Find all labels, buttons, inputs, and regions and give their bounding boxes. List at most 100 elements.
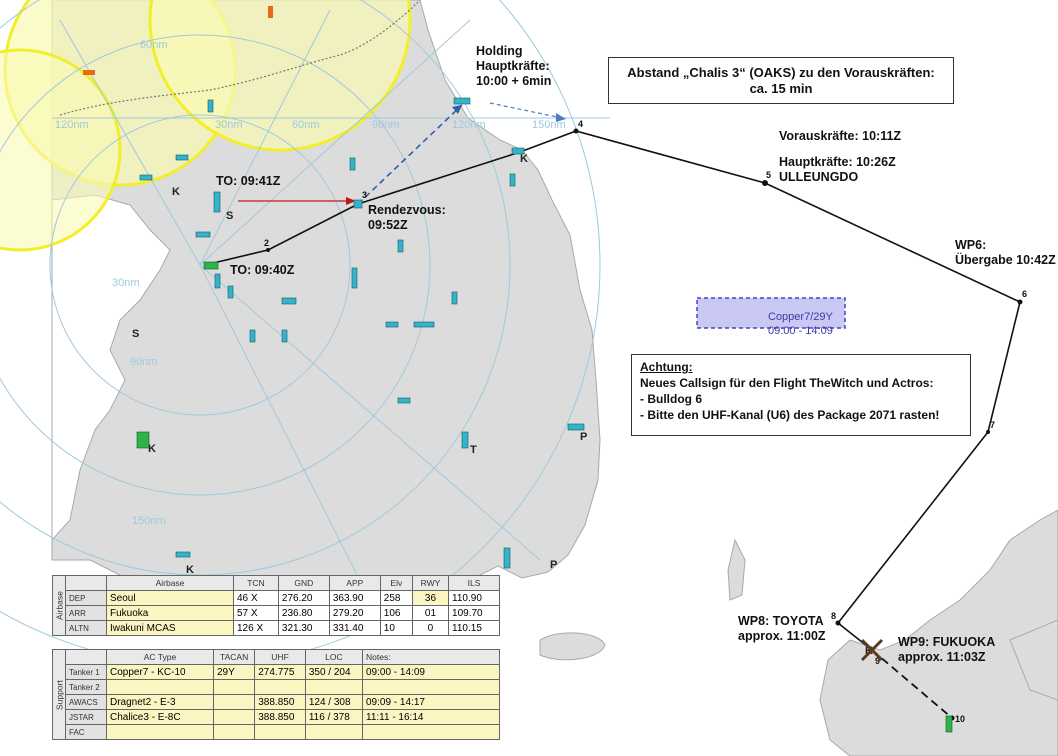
cell: 258 (379, 590, 413, 606)
takeoff-label-1: TO: 09:41Z (216, 174, 281, 188)
cell: Iwakuni MCAS (106, 620, 234, 636)
cell: 126 X (233, 620, 279, 636)
table-row[interactable]: FAC (53, 724, 500, 740)
rendezvous-line: 09:52Z (368, 218, 408, 232)
row-role: FAC (65, 724, 107, 740)
wp6-line: WP6: (955, 238, 987, 252)
header-cell: Notes: (362, 649, 500, 665)
ring-label: 90nm (372, 119, 400, 131)
cell: 36 (411, 590, 450, 606)
table-row[interactable]: ALTN Iwakuni MCAS 126 X 321.30 331.40 10… (53, 620, 500, 636)
airbase-side-label: Airbase (52, 575, 66, 636)
cell: 11:11 - 16:14 (362, 709, 500, 725)
wp6-label: WP6: Übergabe 10:42Z (955, 238, 1056, 268)
wp8-line: approx. 11:00Z (738, 629, 826, 643)
cell: 321.30 (277, 620, 330, 636)
distance-line: ca. 15 min (749, 81, 813, 96)
achtung-line: - Bulldog 6 (640, 392, 702, 406)
row-role: ARR (65, 605, 107, 621)
header-cell: Airbase (106, 575, 234, 591)
cell (212, 709, 256, 725)
cell: 363.90 (328, 590, 381, 606)
hauptkraefte-line: ULLEUNGDO (779, 170, 859, 184)
ring-label: 60nm (292, 119, 320, 131)
wp6-line: Übergabe 10:42Z (955, 253, 1056, 267)
achtung-line: Neues Callsign für den Flight TheWitch u… (640, 376, 934, 390)
ring-label: 90nm (130, 356, 158, 368)
row-role: Tanker 2 (65, 679, 107, 695)
cell: Fukuoka (106, 605, 234, 621)
cell: 10 (379, 620, 413, 636)
waypoint-number: 8 (831, 611, 836, 621)
ring-label: 30nm (112, 277, 140, 289)
cell: 236.80 (277, 605, 330, 621)
support-table-header: Support AC Type TACAN UHF LOC Notes: (52, 649, 500, 740)
ring-label: 150nm (132, 515, 166, 527)
rendezvous-line: Rendezvous: (368, 203, 446, 217)
table-row[interactable]: JSTAR Chalice3 - E-8C 388.850 116 / 378 … (53, 709, 500, 725)
header-cell (65, 575, 107, 591)
vorauskraefte-label: Vorauskräfte: 10:11Z (779, 129, 902, 143)
header-cell: APP (328, 575, 381, 591)
header-cell: TACAN (212, 649, 256, 665)
airbase-marker: T (470, 444, 477, 456)
header-cell: RWY (411, 575, 450, 591)
cell: 350 / 204 (304, 664, 364, 680)
table-row[interactable]: ARR Fukuoka 57 X 236.80 279.20 106 01 10… (53, 605, 500, 621)
hauptkraefte-line: Hauptkräfte: 10:26Z (779, 155, 896, 169)
cell: 09:09 - 14:17 (362, 694, 500, 710)
waypoint-number: 4 (578, 119, 583, 129)
cell: Seoul (106, 590, 234, 606)
cell: 331.40 (328, 620, 381, 636)
cell: 29Y (212, 664, 256, 680)
waypoint-number: 5 (766, 170, 771, 180)
cell: 09:00 - 14:09 (362, 664, 500, 680)
cell (212, 724, 256, 740)
wp9-label: WP9: FUKUOKA approx. 11:03Z (898, 635, 995, 665)
takeoff-label-2: TO: 09:40Z (230, 263, 295, 277)
distance-line: Abstand „Chalis 3“ (OAKS) zu den Vorausk… (627, 65, 935, 80)
row-role: Tanker 1 (65, 664, 107, 680)
header-cell: AC Type (106, 649, 214, 665)
support-panel: Support AC Type TACAN UHF LOC Notes: Tan… (52, 649, 500, 740)
ring-label: 30nm (215, 119, 243, 131)
cell (106, 724, 214, 740)
table-row[interactable]: Tanker 2 (53, 679, 500, 695)
table-row[interactable]: DEP Seoul 46 X 276.20 363.90 258 36 110.… (53, 590, 500, 606)
table-row[interactable]: AWACS Dragnet2 - E-3 388.850 124 / 308 0… (53, 694, 500, 710)
cell (212, 694, 256, 710)
wp8-line: WP8: TOYOTA (738, 614, 824, 628)
header-cell: TCN (233, 575, 279, 591)
ring-label: 150nm (532, 119, 566, 131)
holding-line: Hauptkräfte: (476, 59, 550, 73)
cell (362, 679, 500, 695)
tanker-time: 09:00 - 14:09 (768, 325, 833, 337)
cell: 46 X (233, 590, 279, 606)
waypoint-number: 10 (955, 714, 965, 724)
cell: 124 / 308 (304, 694, 364, 710)
holding-label: Holding Hauptkräfte: 10:00 + 6min (476, 44, 551, 89)
cell: Copper7 - KC-10 (106, 664, 214, 680)
header-cell: UHF (254, 649, 306, 665)
hauptkraefte-label: Hauptkräfte: 10:26Z ULLEUNGDO (779, 155, 896, 185)
airbase-marker: P (550, 559, 557, 571)
cell: 116 / 378 (304, 709, 364, 725)
cell (254, 724, 306, 740)
holding-line: Holding (476, 44, 523, 58)
cell: 276.20 (277, 590, 330, 606)
airbase-marker: K (172, 186, 180, 198)
waypoint-number: 6 (1022, 289, 1027, 299)
rendezvous-label: Rendezvous: 09:52Z (368, 203, 446, 233)
table-row[interactable]: Tanker 1 Copper7 - KC-10 29Y 274.775 350… (53, 664, 500, 680)
cell: 388.850 (254, 709, 306, 725)
waypoint-number: 7 (990, 420, 995, 430)
cell (362, 724, 500, 740)
header-cell (65, 649, 107, 665)
cell: 110.15 (448, 620, 500, 636)
cell: 01 (411, 605, 450, 621)
airbase-marker: P (580, 431, 587, 443)
airbase-marker: K (520, 153, 528, 165)
achtung-box: Achtung: Neues Callsign für den Flight T… (631, 354, 971, 436)
cell: Dragnet2 - E-3 (106, 694, 214, 710)
achtung-line: - Bitte den UHF-Kanal (U6) des Package 2… (640, 408, 940, 422)
